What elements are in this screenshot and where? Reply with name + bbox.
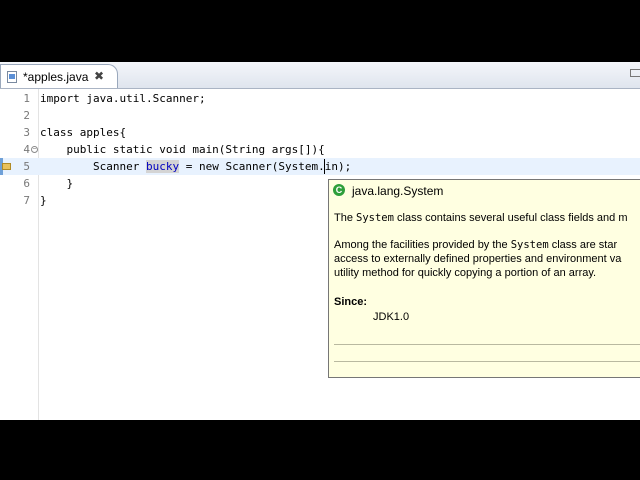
popup-title: java.lang.System [352,184,444,198]
javadoc-paragraph: The System class contains several useful… [334,211,628,225]
code-line[interactable]: 1 import java.util.Scanner; [0,90,640,107]
inline-code: System [510,239,549,251]
class-icon: C [333,184,345,196]
close-icon[interactable]: ✖ [94,69,104,83]
javadoc-text-line: utility method for quickly copying a por… [334,267,597,279]
code-line[interactable]: 2 [0,107,640,124]
javadoc-hover-popup[interactable]: C java.lang.System The System class cont… [328,179,640,378]
divider [334,344,640,345]
line-number: 6 [23,177,30,190]
since-label: Since: [334,296,368,308]
code-text[interactable]: } [40,192,47,209]
text-caret [324,159,325,174]
text-segment: class contains several useful class fiel… [393,212,628,224]
code-segment: Scanner [40,160,146,173]
line-number: 7 [23,194,30,207]
editor-window: *apples.java ✖ 1 import java.util.Scanne… [0,62,640,420]
code-text[interactable]: } [40,175,73,192]
code-line-current[interactable]: 5 Scanner bucky = new Scanner(System.in)… [0,158,640,175]
warning-marker-icon[interactable] [2,160,12,172]
restore-icon[interactable] [630,69,640,77]
inline-code: System [356,212,394,224]
code-text[interactable]: Scanner bucky = new Scanner(System.in); [40,158,351,175]
text-segment: class are star [548,239,618,251]
line-number: 4 [23,143,30,156]
javadoc-text-line: access to externally defined properties … [334,253,622,265]
text-segment: Among the facilities provided by the [334,239,511,251]
code-text[interactable]: public static void main(String args[]){ [40,141,324,158]
editor-tab-strip: *apples.java ✖ [0,62,640,89]
fold-toggle-icon[interactable]: − [31,146,38,153]
code-segment: = new Scanner(System.in); [179,160,352,173]
since-value: JDK1.0 [373,311,410,323]
java-file-icon [7,71,17,83]
code-line[interactable]: 4 − public static void main(String args[… [0,141,640,158]
line-number: 2 [23,109,30,122]
code-text[interactable]: class apples{ [40,124,126,141]
popup-header: C java.lang.System [329,180,640,201]
code-line[interactable]: 3 class apples{ [0,124,640,141]
javadoc-paragraph: Among the facilities provided by the Sys… [334,238,617,252]
text-segment: The [334,212,357,224]
code-text[interactable]: import java.util.Scanner; [40,90,206,107]
tab-title: *apples.java [23,70,89,84]
line-number: 1 [23,92,30,105]
divider [334,361,640,362]
line-number: 3 [23,126,30,139]
tab-apples-java[interactable]: *apples.java ✖ [0,64,118,88]
selected-variable[interactable]: bucky [145,160,180,173]
line-number: 5 [23,160,30,173]
